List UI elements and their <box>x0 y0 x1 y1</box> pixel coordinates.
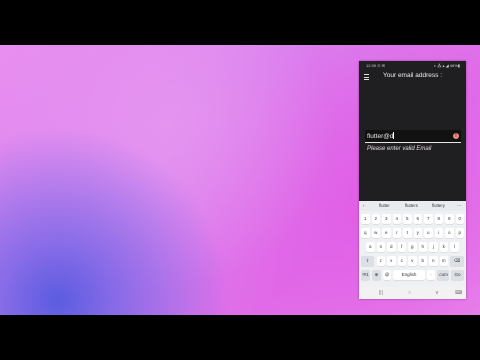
key-k[interactable]: k <box>439 242 448 252</box>
key-e[interactable]: e <box>382 228 391 238</box>
letterbox-bottom <box>0 315 480 360</box>
text-cursor <box>393 132 395 139</box>
period-key[interactable]: · <box>427 270 435 280</box>
page-title: Your email address : <box>383 72 443 79</box>
key-7[interactable]: 7 <box>424 214 433 224</box>
phone-screen: 12:39 ⊙ ✉ ◐ ⁂ ▴ ◢ 46%▮ Your email addres… <box>359 61 466 299</box>
key-p[interactable]: p <box>455 228 464 238</box>
key-a[interactable]: a <box>366 242 375 252</box>
key-1[interactable]: 1 <box>361 214 370 224</box>
at-key[interactable]: @ <box>383 270 391 280</box>
key-n[interactable]: n <box>429 256 438 266</box>
back-icon[interactable]: ∨ <box>435 287 439 299</box>
chevron-left-icon[interactable]: ‹ <box>363 201 364 211</box>
key-q[interactable]: q <box>361 228 370 238</box>
key-x[interactable]: x <box>387 256 396 266</box>
suggestion-3[interactable]: fluttery <box>432 201 445 211</box>
key-l[interactable]: l <box>450 242 459 252</box>
key-row-a: a s d f g h j k l <box>359 241 466 253</box>
space-key[interactable]: English <box>393 270 425 280</box>
key-w[interactable]: w <box>371 228 380 238</box>
email-value[interactable]: flutter@d <box>367 132 395 140</box>
key-u[interactable]: u <box>424 228 433 238</box>
key-o[interactable]: o <box>445 228 454 238</box>
suggestion-2[interactable]: flutters <box>405 201 418 211</box>
backspace-key[interactable]: ⌫ <box>450 256 464 266</box>
key-0[interactable]: 0 <box>455 214 464 224</box>
settings-key[interactable]: ⊕ <box>372 270 381 280</box>
key-g[interactable]: g <box>408 242 417 252</box>
go-key[interactable]: Go <box>451 270 464 280</box>
suggestion-1[interactable]: flutter <box>379 201 390 211</box>
key-i[interactable]: i <box>434 228 443 238</box>
key-row-bottom: !#1 ⊕ @ English · .com Go <box>359 269 466 281</box>
app-bar: Your email address : <box>359 71 466 85</box>
key-3[interactable]: 3 <box>382 214 391 224</box>
symbols-key[interactable]: !#1 <box>361 270 370 280</box>
key-row-q: q w e r t y u i o p <box>359 227 466 239</box>
shift-key[interactable]: ⇧ <box>361 256 374 266</box>
home-icon[interactable]: ○ <box>408 287 411 299</box>
status-indicators: ◐ ⁂ ▴ ◢ 46%▮ <box>433 63 460 68</box>
letterbox-top <box>0 0 480 45</box>
key-m[interactable]: m <box>439 256 448 266</box>
key-b[interactable]: b <box>418 256 427 266</box>
menu-icon[interactable] <box>364 74 369 80</box>
key-d[interactable]: d <box>387 242 396 252</box>
key-r[interactable]: r <box>392 228 401 238</box>
key-s[interactable]: s <box>376 242 385 252</box>
key-row-z: ⇧ z x c v b n m ⌫ <box>359 255 466 267</box>
recents-icon[interactable]: ||| <box>379 287 383 299</box>
key-9[interactable]: 9 <box>445 214 454 224</box>
key-f[interactable]: f <box>397 242 406 252</box>
dotcom-key[interactable]: .com <box>437 270 449 280</box>
validation-error: Please enter valid Email <box>367 146 432 152</box>
key-j[interactable]: j <box>429 242 438 252</box>
key-c[interactable]: c <box>397 256 406 266</box>
key-v[interactable]: v <box>408 256 417 266</box>
key-6[interactable]: 6 <box>413 214 422 224</box>
email-field[interactable]: flutter@d ! <box>365 130 461 143</box>
keyboard: ‹ flutter flutters fluttery ⋯ 1 2 3 4 5 … <box>359 201 466 287</box>
suggestion-bar: ‹ flutter flutters fluttery ⋯ <box>359 201 466 211</box>
error-circle-icon: ! <box>453 132 459 139</box>
key-4[interactable]: 4 <box>392 214 401 224</box>
key-y[interactable]: y <box>413 228 422 238</box>
key-h[interactable]: h <box>418 242 427 252</box>
key-t[interactable]: t <box>403 228 412 238</box>
key-5[interactable]: 5 <box>403 214 412 224</box>
status-time: 12:39 ⊙ ✉ <box>366 63 385 68</box>
key-8[interactable]: 8 <box>434 214 443 224</box>
key-row-numbers: 1 2 3 4 5 6 7 8 9 0 <box>359 213 466 225</box>
key-2[interactable]: 2 <box>371 214 380 224</box>
keyboard-icon[interactable]: ⌨ <box>455 287 462 299</box>
more-icon[interactable]: ⋯ <box>457 201 461 211</box>
system-nav-bar: ||| ○ ∨ ⌨ <box>359 287 466 299</box>
key-z[interactable]: z <box>376 256 385 266</box>
status-bar: 12:39 ⊙ ✉ ◐ ⁂ ▴ ◢ 46%▮ <box>359 61 466 71</box>
